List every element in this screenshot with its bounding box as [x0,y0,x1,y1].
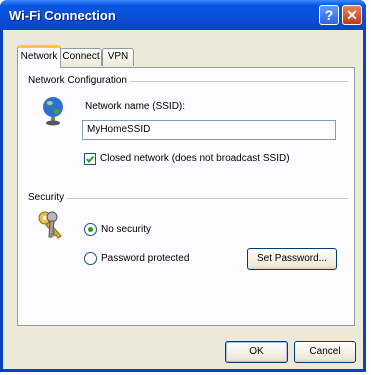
window-title: Wi-Fi Connection [9,8,116,23]
set-password-button[interactable]: Set Password... [247,248,337,270]
wifi-connection-dialog: Wi-Fi Connection ? ✕ Network Connect VPN… [0,0,366,372]
keys-icon [38,211,62,239]
closed-network-checkbox[interactable] [84,153,96,165]
tab-network[interactable]: Network [17,45,61,68]
closed-network-label: Closed network (does not broadcast SSID) [100,153,290,164]
help-button[interactable]: ? [319,5,339,25]
ok-button[interactable]: OK [225,341,288,363]
ssid-label: Network name (SSID): [85,101,186,112]
tab-vpn[interactable]: VPN [102,48,134,66]
close-button[interactable]: ✕ [342,5,362,25]
security-group-label: Security [28,192,68,203]
globe-icon [43,97,63,126]
security-group-divider [30,198,348,199]
ssid-input[interactable]: MyHomeSSID [82,120,336,140]
title-bar[interactable]: Wi-Fi Connection ? ✕ [0,0,366,30]
no-security-label: No security [101,224,152,235]
cancel-button[interactable]: Cancel [294,341,356,363]
dialog-client-area: Network Connect VPN Network Configuratio… [3,30,363,369]
tab-connect[interactable]: Connect [60,48,102,66]
network-tab-panel: Network Configuration Network name (SSID… [17,67,355,326]
no-security-radio[interactable] [84,223,97,236]
network-group-label: Network Configuration [28,75,130,86]
checkmark-icon [86,155,95,164]
password-protected-label: Password protected [101,253,190,264]
password-protected-radio[interactable] [84,252,97,265]
